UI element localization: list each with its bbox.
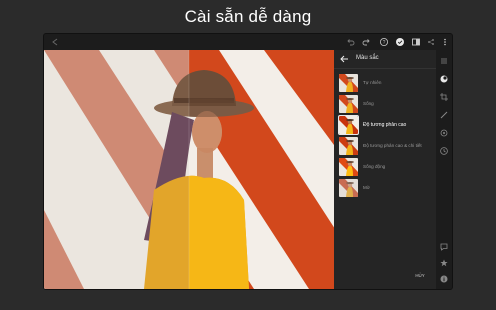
- before-after-icon[interactable]: [411, 37, 421, 47]
- top-toolbar: ?: [44, 34, 452, 50]
- preset-item[interactable]: Sống: [339, 95, 436, 113]
- svg-text:?: ?: [383, 40, 386, 46]
- preset-thumbnail: [339, 179, 358, 197]
- more-icon[interactable]: [440, 37, 450, 47]
- brush-icon[interactable]: [439, 110, 449, 120]
- preset-item-selected[interactable]: Độ tương phản cao: [338, 115, 436, 135]
- healing-icon[interactable]: [439, 128, 449, 138]
- back-icon[interactable]: [50, 37, 60, 47]
- arrow-left-icon[interactable]: [340, 55, 349, 63]
- help-icon[interactable]: ?: [379, 37, 389, 47]
- info-icon[interactable]: [439, 274, 449, 284]
- presets-panel: Màu sắc Tự nhiên Sống Độ tương phản cao: [334, 50, 452, 289]
- star-icon[interactable]: [439, 258, 449, 268]
- history-icon[interactable]: [439, 146, 449, 156]
- preset-thumbnail: [339, 74, 358, 92]
- comment-icon[interactable]: [439, 242, 449, 252]
- preset-label: Độ tương phản cao & chi tiết: [363, 143, 422, 148]
- preset-label: Sống động: [363, 164, 386, 169]
- preset-label: Sống: [363, 101, 374, 106]
- preset-thumbnail: [339, 137, 358, 155]
- presets-icon[interactable]: [439, 56, 449, 66]
- preset-label: Tự nhiên: [363, 80, 382, 85]
- app-window: ? Màu sắc Tự nhiên Sống Độ tương phản ca…: [44, 34, 452, 289]
- preset-label: Độ tương phản cao: [363, 122, 407, 128]
- headline: Cài sẵn dễ dàng: [184, 7, 312, 26]
- color-icon[interactable]: [439, 74, 449, 84]
- preset-item[interactable]: Tự nhiên: [339, 74, 436, 92]
- redo-icon[interactable]: [362, 37, 372, 47]
- preset-item[interactable]: Độ tương phản cao & chi tiết: [339, 137, 436, 155]
- tool-rail: [436, 50, 452, 289]
- preset-label: Mờ: [363, 185, 370, 190]
- crop-icon[interactable]: [439, 92, 449, 102]
- cancel-button[interactable]: HỦY: [408, 270, 432, 282]
- share-icon[interactable]: [426, 37, 436, 47]
- preset-thumbnail: [338, 115, 359, 135]
- undo-icon[interactable]: [345, 37, 355, 47]
- preset-thumbnail: [339, 158, 358, 176]
- preset-item[interactable]: Sống động: [339, 158, 436, 176]
- preset-thumbnail: [339, 95, 358, 113]
- panel-header: Màu sắc: [334, 50, 436, 69]
- preset-item[interactable]: Mờ: [339, 179, 436, 197]
- photo-canvas[interactable]: [44, 50, 334, 289]
- cloud-sync-icon[interactable]: [395, 37, 405, 47]
- panel-title: Màu sắc: [356, 55, 379, 61]
